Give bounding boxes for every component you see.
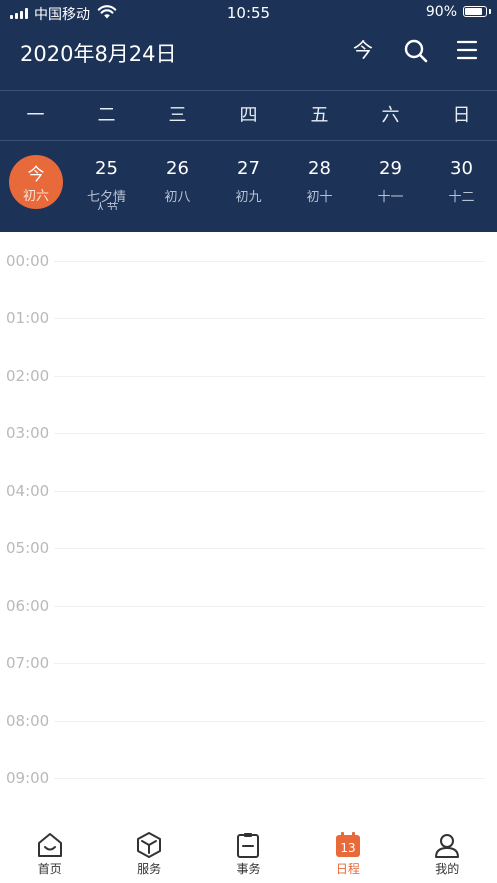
day-number: 今 xyxy=(27,165,45,185)
hour-gridline xyxy=(54,548,485,549)
hour-gridline xyxy=(54,606,485,607)
weekday-label: 四 xyxy=(239,105,258,126)
hour-gridline xyxy=(54,778,485,779)
calendar-icon-text: 13 xyxy=(340,841,355,855)
header-divider xyxy=(0,90,497,91)
menu-icon[interactable] xyxy=(456,39,478,61)
tab-label: 我的 xyxy=(435,862,460,876)
time-label: 07:00 xyxy=(6,654,50,672)
search-icon[interactable] xyxy=(403,38,429,64)
time-label: 09:00 xyxy=(6,769,50,787)
day-timeline[interactable]: 00:00 01:00 02:00 03:00 04:00 05:00 06:0… xyxy=(0,232,497,817)
battery-percentage: 90% xyxy=(425,4,457,20)
page-title: 2020年8月24日 xyxy=(20,42,177,66)
tab-home[interactable]: 首页 xyxy=(0,820,99,883)
tab-schedule[interactable]: 13 日程 xyxy=(298,820,397,883)
day-lunar: 初八 xyxy=(164,190,191,205)
day-cell-today[interactable]: 今 初六 xyxy=(0,142,71,230)
time-label: 04:00 xyxy=(6,482,50,500)
day-number: 25 xyxy=(95,158,118,179)
tab-affairs[interactable]: 事务 xyxy=(199,820,298,883)
hour-gridline xyxy=(54,318,485,319)
weekday-label: 三 xyxy=(168,105,187,126)
time-slot[interactable]: 08:00 xyxy=(0,711,497,731)
day-lunar-overflow: 人节 xyxy=(94,202,119,210)
time-label: 06:00 xyxy=(6,597,50,615)
tab-mine[interactable]: 我的 xyxy=(398,820,497,883)
day-lunar: 十一 xyxy=(377,190,404,205)
bottom-tab-bar: 首页 服务 事务 13 日程 我的 xyxy=(0,820,497,883)
time-label: 01:00 xyxy=(6,309,50,327)
weekday-label: 日 xyxy=(452,105,471,126)
time-slot[interactable]: 04:00 xyxy=(0,481,497,501)
weekday-label: 六 xyxy=(381,105,400,126)
time-slot[interactable]: 03:00 xyxy=(0,423,497,443)
time-slot[interactable]: 09:00 xyxy=(0,768,497,788)
tab-label: 服务 xyxy=(137,862,162,876)
today-highlight: 今 初六 xyxy=(9,155,63,209)
time-slot[interactable]: 02:00 xyxy=(0,366,497,386)
hour-gridline xyxy=(54,491,485,492)
day-cell[interactable]: 29 十一 xyxy=(355,142,426,230)
cube-icon xyxy=(137,832,162,858)
day-number: 26 xyxy=(166,158,189,179)
time-label: 05:00 xyxy=(6,539,50,557)
time-slot[interactable]: 05:00 xyxy=(0,538,497,558)
user-icon xyxy=(435,834,460,858)
time-slot[interactable]: 01:00 xyxy=(0,308,497,328)
weekday-label: 二 xyxy=(97,105,116,126)
day-lunar: 十二 xyxy=(448,190,475,205)
day-number: 27 xyxy=(237,158,260,179)
day-number: 28 xyxy=(308,158,331,179)
hour-gridline xyxy=(54,376,485,377)
day-cell[interactable]: 25 七夕情 人节 xyxy=(71,142,142,230)
home-icon xyxy=(37,833,62,857)
tab-label: 首页 xyxy=(37,862,62,876)
weekday-label: 一 xyxy=(26,105,45,126)
day-number: 30 xyxy=(450,158,473,179)
time-slot[interactable]: 06:00 xyxy=(0,596,497,616)
day-lunar: 初六 xyxy=(22,189,49,204)
hour-gridline xyxy=(54,433,485,434)
day-cell[interactable]: 30 十二 xyxy=(426,142,497,230)
time-label: 03:00 xyxy=(6,424,50,442)
time-slot[interactable]: 07:00 xyxy=(0,653,497,673)
status-bar: 中国移动 10:55 90% xyxy=(0,0,497,26)
day-cell[interactable]: 27 初九 xyxy=(213,142,284,230)
clipboard-icon xyxy=(237,833,260,858)
time-label: 08:00 xyxy=(6,712,50,730)
time-label: 02:00 xyxy=(6,367,50,385)
day-lunar: 初十 xyxy=(306,190,333,205)
status-time: 10:55 xyxy=(226,4,271,22)
weekday-label: 五 xyxy=(310,105,329,126)
day-cell[interactable]: 26 初八 xyxy=(142,142,213,230)
tab-label: 事务 xyxy=(236,862,261,876)
today-button[interactable]: 今 xyxy=(349,35,377,65)
time-label: 00:00 xyxy=(6,252,50,270)
hour-gridline xyxy=(54,261,485,262)
battery-icon xyxy=(463,6,487,17)
hour-gridline xyxy=(54,663,485,664)
tab-service[interactable]: 服务 xyxy=(99,820,198,883)
day-number: 29 xyxy=(379,158,402,179)
calendar-header: 中国移动 10:55 90% 2020年8月24日 今 一 二 三 四 五 六 … xyxy=(0,0,497,232)
day-cell[interactable]: 28 初十 xyxy=(284,142,355,230)
battery-tip xyxy=(489,9,491,14)
weekday-row: 一 二 三 四 五 六 日 xyxy=(0,92,497,140)
tab-label: 日程 xyxy=(335,862,360,876)
weekday-divider xyxy=(0,140,497,141)
day-lunar: 初九 xyxy=(235,190,262,205)
calendar-icon: 13 xyxy=(335,832,360,857)
time-slot[interactable]: 00:00 xyxy=(0,251,497,271)
hour-gridline xyxy=(54,721,485,722)
week-days-row: 今 初六 25 七夕情 人节 26 初八 27 初九 28 初十 29 十一 3… xyxy=(0,142,497,230)
